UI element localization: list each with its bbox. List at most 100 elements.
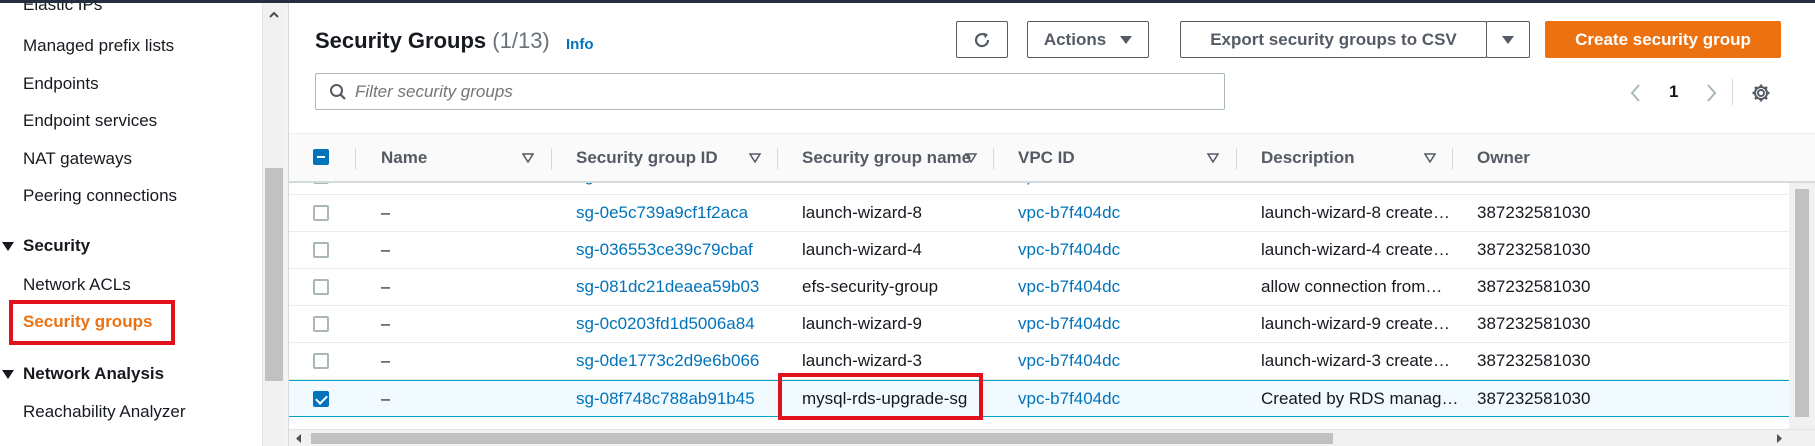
caret-down-icon [1120, 35, 1133, 44]
export-csv-button[interactable]: Export security groups to CSV [1180, 21, 1487, 58]
sidebar-section-security[interactable]: Security [0, 236, 90, 256]
row-checkbox[interactable] [313, 353, 329, 369]
owner: 387232581030 [1477, 183, 1590, 194]
table-vertical-scrollbar[interactable] [1789, 183, 1815, 429]
security-group-name: launch-wizard-4 [802, 240, 922, 259]
vpc-id-link[interactable]: vpc-b7f404dc [1018, 343, 1120, 379]
owner: 387232581030 [1477, 351, 1591, 370]
column-header-security-group-id[interactable]: Security group ID [576, 134, 718, 182]
sidebar-scrollbar[interactable] [262, 3, 284, 446]
vpc-id-link[interactable]: vpc-b7f404dc [1018, 269, 1120, 305]
actions-button[interactable]: Actions [1027, 21, 1149, 58]
caret-down-icon [1502, 35, 1514, 44]
vpc-id-link[interactable]: vpc-b7f404dc [1018, 381, 1120, 417]
owner: 387232581030 [1477, 240, 1591, 259]
info-link[interactable]: Info [566, 36, 594, 53]
page-title: Security Groups (1/13) [315, 28, 550, 54]
search-icon [330, 83, 346, 100]
search-input[interactable] [355, 81, 1205, 102]
row-checkbox[interactable] [313, 205, 329, 221]
chevron-left-icon[interactable] [1629, 83, 1643, 103]
security-group-id-link[interactable]: sg-0e5c739a9cf1f2aca [576, 195, 748, 231]
refresh-button[interactable] [956, 21, 1008, 58]
row-checkbox[interactable] [313, 279, 329, 295]
owner: 387232581030 [1477, 314, 1591, 333]
column-header-description[interactable]: Description [1261, 134, 1355, 182]
page-number[interactable]: 1 [1669, 82, 1678, 102]
column-divider [1236, 148, 1237, 170]
table-row[interactable]: – sg-081dc21deaea59b03 efs-security-grou… [289, 269, 1789, 306]
description: launch-wizard-9 create… [1261, 314, 1450, 333]
chevron-up-icon[interactable] [268, 9, 280, 21]
sidebar-item-endpoint-services[interactable]: Endpoint services [23, 111, 157, 131]
filter-search-box[interactable] [315, 73, 1225, 110]
security-groups-panel: Security Groups (1/13) Info Actions Expo… [288, 3, 1815, 446]
scroll-left-icon[interactable] [294, 433, 304, 444]
column-header-security-group-name[interactable]: Security group name [802, 134, 971, 182]
refresh-icon [974, 32, 990, 47]
actions-label: Actions [1043, 29, 1107, 49]
column-divider [777, 148, 778, 170]
sidebar-scrollbar-thumb[interactable] [265, 168, 283, 381]
security-group-id-link[interactable]: sg-036553ce39c79cbaf [576, 232, 753, 268]
table-row[interactable]: sg-02f7c85d4f2f8fc3a launch-wizard-7 vpc… [289, 183, 1789, 195]
security-group-id-link[interactable]: sg-0de1773c2d9e6b066 [576, 343, 759, 379]
column-header-vpc-id[interactable]: VPC ID [1018, 134, 1075, 182]
sort-icon[interactable] [965, 153, 977, 163]
sidebar-item-reachability-analyzer[interactable]: Reachability Analyzer [23, 402, 186, 422]
name-cell: – [381, 314, 391, 333]
row-checkbox[interactable] [313, 183, 329, 184]
sidebar-item-nat-gateways[interactable]: NAT gateways [23, 149, 132, 169]
table-row[interactable]: – sg-036553ce39c79cbaf launch-wizard-4 v… [289, 232, 1789, 269]
table-vertical-scrollbar-thumb[interactable] [1795, 189, 1809, 417]
security-group-name: efs-security-group [802, 277, 939, 296]
chevron-right-icon[interactable] [1704, 83, 1718, 103]
security-group-id-link[interactable]: sg-081dc21deaea59b03 [576, 269, 759, 305]
highlight-box-security-groups [9, 300, 175, 345]
security-group-id-link[interactable]: sg-02f7c85d4f2f8fc3a [576, 183, 740, 194]
table-horizontal-scrollbar-thumb[interactable] [311, 433, 1333, 444]
row-checkbox[interactable] [313, 242, 329, 258]
table-row[interactable]: – sg-0de1773c2d9e6b066 launch-wizard-3 v… [289, 343, 1789, 380]
row-checkbox[interactable] [313, 316, 329, 332]
sidebar-section-network-analysis[interactable]: Network Analysis [0, 364, 164, 384]
column-header-name[interactable]: Name [381, 134, 427, 182]
gear-icon[interactable] [1751, 83, 1771, 103]
table-horizontal-scrollbar[interactable] [289, 429, 1815, 446]
row-checkbox[interactable] [313, 391, 329, 407]
table-row-selected[interactable]: – sg-08f748c788ab91b45 mysql-rds-upgrade… [289, 380, 1789, 417]
column-divider [993, 148, 994, 170]
sort-icon[interactable] [1424, 153, 1436, 163]
vpc-id-link[interactable]: vpc-b7f404dc [1018, 306, 1120, 342]
vpc-id-link[interactable]: vpc-b7f404dc [1018, 232, 1120, 268]
scroll-right-icon[interactable] [1774, 433, 1784, 444]
sort-icon[interactable] [1207, 153, 1219, 163]
owner: 387232581030 [1477, 203, 1591, 222]
select-all-checkbox[interactable] [313, 149, 329, 165]
vpc-id-link[interactable]: vpc-b7f404dc [1018, 183, 1120, 194]
sidebar-item-endpoints[interactable]: Endpoints [23, 74, 99, 94]
caret-down-icon [2, 369, 14, 379]
security-group-id-link[interactable]: sg-08f748c788ab91b45 [576, 381, 755, 417]
sidebar-section-label: Network Analysis [23, 364, 165, 383]
sort-icon[interactable] [749, 153, 761, 163]
table-row[interactable]: – sg-0e5c739a9cf1f2aca launch-wizard-8 v… [289, 195, 1789, 232]
sidebar-item-managed-prefix-lists[interactable]: Managed prefix lists [23, 36, 174, 56]
caret-down-icon [2, 241, 14, 251]
table-header: Name Security group ID Security group na… [289, 133, 1815, 183]
sidebar-item-elastic-ips[interactable]: Elastic IPs [23, 3, 102, 15]
table-body: sg-02f7c85d4f2f8fc3a launch-wizard-7 vpc… [289, 183, 1789, 429]
vpc-id-link[interactable]: vpc-b7f404dc [1018, 195, 1120, 231]
create-label: Create security group [1575, 29, 1751, 49]
description: launch-wizard-7 created... [1261, 183, 1441, 194]
security-group-id-link[interactable]: sg-0c0203fd1d5006a84 [576, 306, 755, 342]
pager-divider [1732, 79, 1733, 105]
column-header-owner[interactable]: Owner [1477, 134, 1530, 182]
sidebar-item-network-acls[interactable]: Network ACLs [23, 275, 131, 295]
sort-icon[interactable] [522, 153, 534, 163]
sidebar-item-peering-connections[interactable]: Peering connections [23, 186, 177, 206]
export-dropdown-button[interactable] [1486, 21, 1530, 58]
create-security-group-button[interactable]: Create security group [1545, 21, 1781, 58]
column-divider [1452, 148, 1453, 170]
table-row[interactable]: – sg-0c0203fd1d5006a84 launch-wizard-9 v… [289, 306, 1789, 343]
